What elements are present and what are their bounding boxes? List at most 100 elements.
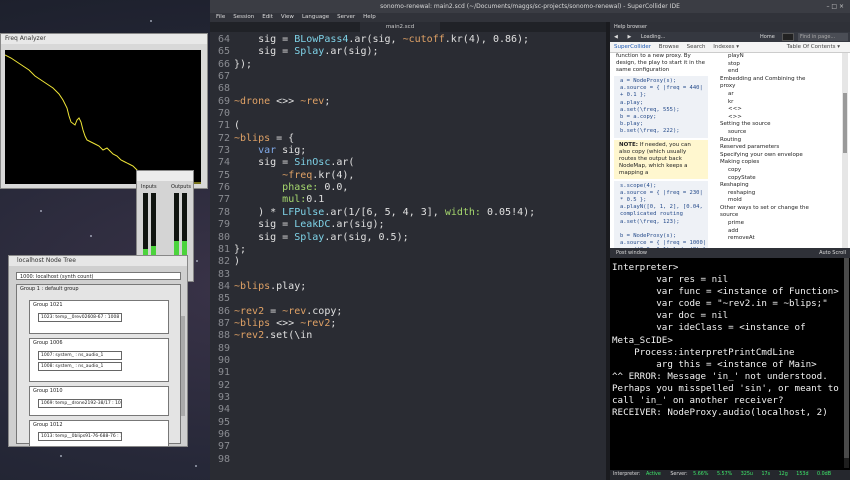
code-line[interactable]: 75 ~freq.kr(4), (210, 170, 606, 182)
code-line[interactable]: 77 mul:0.1 (210, 194, 606, 206)
toc-item[interactable]: source (712, 129, 840, 137)
code-line[interactable]: 93 (210, 392, 606, 404)
help-nav-search[interactable]: Search (687, 44, 706, 50)
code-line[interactable]: 92 (210, 380, 606, 392)
code-line[interactable]: 64 sig = BLowPass4.ar(sig, ~cutoff.kr(4)… (210, 34, 606, 46)
code-line[interactable]: 78 ) * LFPulse.ar(1/[6, 5, 4, 3], width:… (210, 207, 606, 219)
interpreter-status[interactable]: Active (644, 470, 663, 480)
help-back-icon[interactable]: ◀ (614, 34, 618, 40)
code-line[interactable]: 76 phase: 0.0, (210, 182, 606, 194)
menu-server[interactable]: Server (337, 13, 355, 22)
toc-item[interactable]: source (712, 212, 840, 220)
level-meter-titlebar[interactable] (137, 171, 193, 181)
code-line[interactable]: 97 (210, 441, 606, 453)
code-line[interactable]: 85 (210, 293, 606, 305)
code-line[interactable]: 69 ~drone <>> ~rev; (210, 96, 606, 108)
code-line[interactable]: 74 sig = SinOsc.ar( (210, 157, 606, 169)
menu-session[interactable]: Session (233, 13, 254, 22)
window-controls[interactable]: – □ × (826, 0, 844, 13)
toc-item[interactable]: Reserved parameters (712, 144, 840, 152)
toc-item[interactable]: stop (712, 61, 840, 69)
toc-item[interactable]: Embedding and Combining the (712, 76, 840, 84)
node-item[interactable]: 1023: temp__0rev02608-67 : 1008 (38, 313, 122, 322)
menu-view[interactable]: View (281, 13, 294, 22)
toc-item[interactable]: copy (712, 167, 840, 175)
code-line[interactable]: 83 (210, 269, 606, 281)
code-line[interactable]: 88 ~rev2.set(\in (210, 330, 606, 342)
node-item[interactable]: 1007: system_ : ns_audio_1 (38, 351, 122, 360)
toc-item[interactable]: Specifying your own envelope (712, 152, 840, 160)
help-home-button[interactable]: Home (760, 32, 775, 42)
code-line[interactable]: 89 (210, 343, 606, 355)
server-synthdefs[interactable]: 153d (794, 470, 810, 480)
toc-item[interactable]: removeAt (712, 235, 840, 243)
toc-item[interactable]: proxy (712, 83, 840, 91)
toc-item[interactable]: Reshaping (712, 182, 840, 190)
ide-titlebar[interactable]: sonomo-renewal: main2.scd (~/Documents/m… (210, 0, 850, 13)
help-nav-indexes[interactable]: Indexes ▾ (713, 44, 739, 50)
menu-help[interactable]: Help (363, 13, 376, 22)
code-line[interactable]: 91 (210, 367, 606, 379)
code-line[interactable]: 67 (210, 71, 606, 83)
toc-item[interactable]: playN (712, 53, 840, 61)
help-toc-toggle[interactable]: Table Of Contents ▾ (787, 42, 840, 52)
node-item[interactable]: 1008: system_ : ns_audio_1 (38, 362, 122, 371)
toc-item[interactable]: Routing (712, 137, 840, 145)
toc-item[interactable]: mold (712, 197, 840, 205)
server-synths[interactable]: 17s (759, 470, 772, 480)
code-editor[interactable]: main2.scd 64 sig = BLowPass4.ar(sig, ~cu… (210, 22, 606, 480)
code-line[interactable]: 82) (210, 256, 606, 268)
tab-main2[interactable]: main2.scd (360, 22, 440, 32)
code-line[interactable]: 79 sig = LeakDC.ar(sig); (210, 219, 606, 231)
code-line[interactable]: 95 (210, 417, 606, 429)
code-line[interactable]: 72 ~blips = { (210, 133, 606, 145)
code-lines[interactable]: 64 sig = BLowPass4.ar(sig, ~cutoff.kr(4)… (210, 34, 606, 466)
toc-item[interactable]: kr (712, 99, 840, 107)
freq-analyzer-title[interactable]: Freq Analyzer (1, 34, 207, 44)
menu-language[interactable]: Language (302, 13, 329, 22)
help-scrollbar[interactable] (842, 53, 848, 248)
toc-item[interactable]: ar (712, 91, 840, 99)
code-line[interactable]: 80 sig = Splay.ar(sig, 0.5); (210, 232, 606, 244)
help-code-example-2[interactable]: s.scope(4); a.source = { |freq = 230| * … (614, 180, 708, 248)
node-item[interactable]: 1069: temp__drone2192-38/17 : 1010 (38, 399, 122, 408)
node-tree-scrollbar[interactable] (181, 316, 185, 416)
node-item[interactable]: 1013: temp__0blips91-76-688-76 : 10 (38, 432, 122, 441)
code-line[interactable]: 94 (210, 404, 606, 416)
help-nav-supercollider[interactable]: SuperCollider (614, 44, 651, 50)
code-line[interactable]: 86 ~rev2 = ~rev.copy; (210, 306, 606, 318)
server-volume[interactable]: 0.0dB (815, 470, 833, 480)
code-line[interactable]: 81}; (210, 244, 606, 256)
help-find-input[interactable]: Find in page... (798, 33, 848, 41)
code-line[interactable]: 90 (210, 355, 606, 367)
toc-item[interactable]: Making copies (712, 159, 840, 167)
server-groups[interactable]: 12g (777, 470, 790, 480)
auto-scroll-toggle[interactable]: Auto Scroll (819, 248, 846, 258)
post-scrollbar[interactable] (844, 258, 849, 468)
help-forward-icon[interactable]: ▶ (627, 34, 631, 40)
toc-item[interactable]: Setting the source (712, 121, 840, 129)
help-nav-browse[interactable]: Browse (659, 44, 679, 50)
help-view-toggle[interactable] (782, 33, 794, 41)
code-line[interactable]: 96 (210, 429, 606, 441)
code-line[interactable]: 66}); (210, 59, 606, 71)
toc-item[interactable]: <<> (712, 106, 840, 114)
code-line[interactable]: 65 sig = Splay.ar(sig); (210, 46, 606, 58)
toc-item[interactable]: copyState (712, 175, 840, 183)
toc-item[interactable]: <>> (712, 114, 840, 122)
code-line[interactable]: 70 (210, 108, 606, 120)
toc-item[interactable]: end (712, 68, 840, 76)
menu-file[interactable]: File (216, 13, 225, 22)
code-line[interactable]: 84 ~blips.play; (210, 281, 606, 293)
menu-edit[interactable]: Edit (262, 13, 273, 22)
help-code-example-1[interactable]: a = NodeProxy(s); a.source = { |freq = 4… (614, 76, 708, 138)
server-avg-cpu[interactable]: 5.66% (691, 470, 710, 480)
code-line[interactable]: 71 ( (210, 120, 606, 132)
code-line[interactable]: 68 (210, 83, 606, 95)
toc-item[interactable]: prime (712, 220, 840, 228)
server-peak-cpu[interactable]: 5.57% (715, 470, 734, 480)
code-line[interactable]: 87 ~blips <>> ~rev2; (210, 318, 606, 330)
code-line[interactable]: 73 var sig; (210, 145, 606, 157)
toc-item[interactable]: reshaping (712, 190, 840, 198)
toc-item[interactable]: add (712, 228, 840, 236)
